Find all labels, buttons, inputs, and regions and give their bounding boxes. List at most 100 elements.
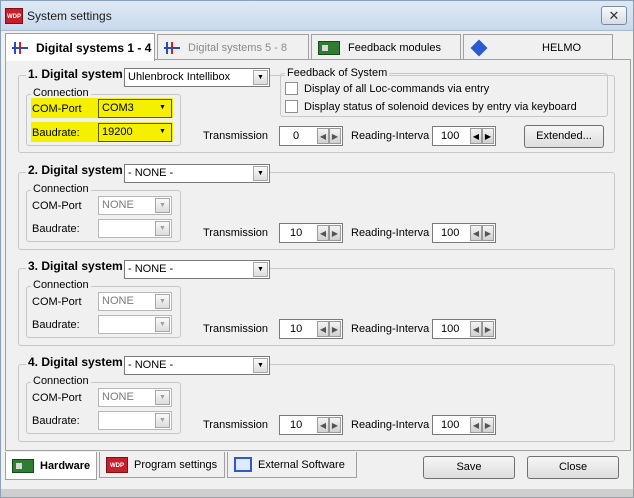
tab-label: Program settings (134, 458, 218, 471)
tab-label: Digital systems 5 - 8 (188, 41, 288, 54)
spinner-value: 100 (441, 419, 460, 431)
tab-external-software[interactable]: External Software (227, 452, 357, 478)
loc-commands-checkbox[interactable] (285, 82, 298, 95)
spinner-value: 10 (290, 227, 303, 239)
select-value: - NONE - (128, 359, 174, 371)
decrement-icon[interactable]: ◀ (317, 417, 329, 433)
system-device-select[interactable]: - NONE - ▼ (124, 260, 270, 279)
feedback-title: Feedback of System (285, 67, 390, 79)
solenoid-status-label: Display status of solenoid devices by en… (304, 101, 577, 113)
wdp-icon: WDP (106, 456, 128, 473)
chevron-down-icon[interactable]: ▼ (155, 101, 170, 116)
tab-program-settings[interactable]: WDP Program settings (99, 452, 225, 478)
baudrate-select[interactable]: ▼ (98, 219, 172, 238)
spinner-value: 0 (293, 130, 300, 142)
spinner-value: 10 (290, 419, 303, 431)
tab-hardware[interactable]: Hardware (5, 452, 97, 480)
decrement-icon[interactable]: ◀ (470, 321, 482, 337)
increment-icon[interactable]: ▶ (482, 225, 494, 241)
transmission-spinner[interactable]: 10 ◀ ▶ (279, 223, 343, 243)
baudrate-select[interactable]: ▼ (98, 411, 172, 430)
tab-label: External Software (258, 458, 345, 471)
com-port-select[interactable]: NONE ▼ (98, 292, 172, 311)
chevron-down-icon[interactable]: ▼ (253, 70, 268, 85)
reading-interval-spinner[interactable]: 100 ◀ ▶ (432, 223, 496, 243)
chevron-down-icon[interactable]: ▼ (253, 166, 268, 181)
connection-label: Connection (31, 375, 91, 387)
digital-systems-panel: 1. Digital system Uhlenbrock Intellibox … (5, 59, 631, 451)
extended-button[interactable]: Extended... (524, 125, 604, 148)
chevron-down-icon[interactable]: ▼ (155, 221, 170, 236)
tab-feedback-modules[interactable]: Feedback modules (311, 34, 461, 60)
monitor-icon (234, 457, 252, 472)
title-bar: WDP System settings ✕ (1, 1, 633, 31)
chevron-down-icon[interactable]: ▼ (155, 390, 170, 405)
spinner-value: 100 (441, 323, 460, 335)
baudrate-label: Baudrate: (32, 415, 80, 427)
baudrate-label: Baudrate: (32, 223, 80, 235)
chevron-down-icon[interactable]: ▼ (155, 317, 170, 332)
chevron-down-icon[interactable]: ▼ (155, 294, 170, 309)
decrement-icon[interactable]: ◀ (317, 225, 329, 241)
tab-digital-systems-1-4[interactable]: Digital systems 1 - 4 (5, 33, 155, 61)
save-button[interactable]: Save (423, 456, 515, 479)
chevron-down-icon[interactable]: ▼ (253, 358, 268, 373)
transmission-spinner[interactable]: 10 ◀ ▶ (279, 415, 343, 435)
solenoid-status-checkbox[interactable] (285, 100, 298, 113)
increment-icon[interactable]: ▶ (482, 417, 494, 433)
transmission-label: Transmission (203, 419, 268, 431)
select-value: Uhlenbrock Intellibox (128, 71, 231, 83)
reading-interval-label: Reading-Interva (351, 419, 430, 431)
increment-icon[interactable]: ▶ (329, 225, 341, 241)
chevron-down-icon[interactable]: ▼ (253, 262, 268, 277)
transmission-label: Transmission (203, 323, 268, 335)
loc-commands-label: Display of all Loc-commands via entry (304, 83, 490, 95)
chevron-down-icon[interactable]: ▼ (155, 125, 170, 140)
reading-interval-label: Reading-Interva (351, 323, 430, 335)
increment-icon[interactable]: ▶ (329, 321, 341, 337)
transmission-label: Transmission (203, 130, 268, 142)
decrement-icon[interactable]: ◀ (470, 128, 482, 144)
reading-interval-spinner[interactable]: 100 ◀ ▶ (432, 126, 496, 146)
system-device-select[interactable]: - NONE - ▼ (124, 356, 270, 375)
com-port-select[interactable]: NONE ▼ (98, 196, 172, 215)
system-device-select[interactable]: Uhlenbrock Intellibox ▼ (124, 68, 270, 87)
tab-digital-systems-5-8[interactable]: Digital systems 5 - 8 (157, 34, 309, 60)
tab-label: HELMO (542, 41, 582, 54)
com-port-select[interactable]: COM3 ▼ (98, 99, 172, 118)
increment-icon[interactable]: ▶ (482, 128, 494, 144)
reading-interval-spinner[interactable]: 100 ◀ ▶ (432, 319, 496, 339)
window-close-button[interactable]: ✕ (601, 6, 627, 25)
board-icon (12, 458, 34, 473)
com-port-select[interactable]: NONE ▼ (98, 388, 172, 407)
baudrate-select[interactable]: ▼ (98, 315, 172, 334)
decrement-icon[interactable]: ◀ (470, 417, 482, 433)
select-value: - NONE - (128, 167, 174, 179)
increment-icon[interactable]: ▶ (329, 128, 341, 144)
system-device-select[interactable]: - NONE - ▼ (124, 164, 270, 183)
decrement-icon[interactable]: ◀ (317, 321, 329, 337)
transmission-spinner[interactable]: 0 ◀ ▶ (279, 126, 343, 146)
transmission-spinner[interactable]: 10 ◀ ▶ (279, 319, 343, 339)
decrement-icon[interactable]: ◀ (317, 128, 329, 144)
chevron-down-icon[interactable]: ▼ (155, 198, 170, 213)
tab-label: Feedback modules (348, 41, 441, 54)
decrement-icon[interactable]: ◀ (470, 225, 482, 241)
bottom-strip (1, 489, 633, 497)
close-button[interactable]: Close (527, 456, 619, 479)
baudrate-label: Baudrate: (32, 127, 80, 139)
baudrate-select[interactable]: 19200 ▼ (98, 123, 172, 142)
increment-icon[interactable]: ▶ (482, 321, 494, 337)
increment-icon[interactable]: ▶ (329, 417, 341, 433)
rail-icon (12, 41, 28, 55)
board-icon (318, 40, 340, 55)
chevron-down-icon[interactable]: ▼ (155, 413, 170, 428)
tab-helmo[interactable]: HELMO (463, 34, 613, 60)
select-value: - NONE - (128, 263, 174, 275)
connection-label: Connection (31, 279, 91, 291)
system-title: 4. Digital system (26, 355, 125, 369)
transmission-label: Transmission (203, 227, 268, 239)
reading-interval-spinner[interactable]: 100 ◀ ▶ (432, 415, 496, 435)
tab-label: Hardware (40, 459, 91, 472)
tab-label: Digital systems 1 - 4 (36, 40, 152, 55)
